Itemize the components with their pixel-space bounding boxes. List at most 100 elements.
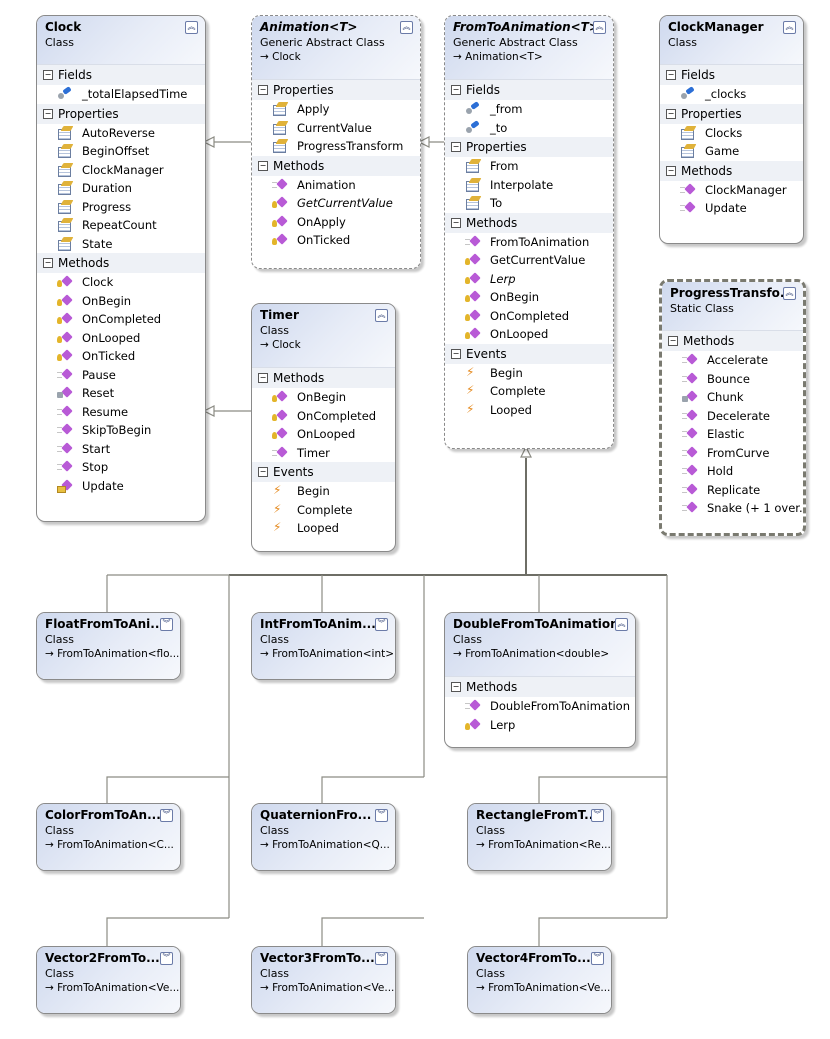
member-item[interactable]: OnTicked <box>252 231 420 250</box>
section-collapse-icon[interactable]: − <box>451 85 461 95</box>
member-item[interactable]: OnBegin <box>252 388 395 407</box>
section-properties[interactable]: − Properties <box>660 103 803 124</box>
section-collapse-icon[interactable]: − <box>451 348 461 359</box>
section-methods[interactable]: − Methods <box>37 253 205 273</box>
member-item[interactable]: Apply <box>252 100 420 119</box>
collapse-icon[interactable]: ︽ <box>375 309 388 322</box>
member-item[interactable]: GetCurrentValue <box>445 251 613 270</box>
section-methods[interactable]: − Methods <box>660 160 803 181</box>
member-item[interactable]: OnBegin <box>445 288 613 307</box>
class-colorfromtoanimation[interactable]: ColorFromToAn... Class → FromToAnimation… <box>36 803 181 871</box>
class-quaternionfromtoanimation[interactable]: QuaternionFro... Class → FromToAnimation… <box>251 803 396 871</box>
member-item[interactable]: Chunk <box>662 388 803 407</box>
member-item[interactable]: OnLooped <box>445 325 613 344</box>
member-item[interactable]: ProgressTransform <box>252 137 420 156</box>
member-item[interactable]: Bounce <box>662 370 803 389</box>
member-item[interactable]: _totalElapsedTime <box>37 85 205 104</box>
class-clock[interactable]: Clock Class ︽ − Fields _totalElapsedTime … <box>36 15 206 522</box>
member-item[interactable]: _from <box>445 100 613 119</box>
member-item[interactable]: Update <box>660 199 803 218</box>
member-item[interactable]: Begin <box>445 364 613 383</box>
section-methods[interactable]: − Methods <box>662 331 803 351</box>
section-methods[interactable]: − Methods <box>252 155 420 176</box>
section-collapse-icon[interactable]: − <box>43 258 53 268</box>
section-methods[interactable]: − Methods <box>445 212 613 233</box>
section-collapse-icon[interactable]: − <box>258 85 268 95</box>
member-item[interactable]: OnLooped <box>37 329 205 348</box>
member-item[interactable]: From <box>445 157 613 176</box>
expand-icon[interactable]: ︾ <box>160 952 173 965</box>
member-item[interactable]: Lerp <box>445 716 635 735</box>
member-item[interactable]: BeginOffset <box>37 142 205 161</box>
member-item[interactable]: _to <box>445 119 613 138</box>
expand-icon[interactable]: ︾ <box>375 618 388 631</box>
section-events[interactable]: − Events <box>252 462 395 482</box>
member-item[interactable]: Complete <box>252 501 395 520</box>
member-item[interactable]: Complete <box>445 382 613 401</box>
class-progresstransform[interactable]: ProgressTransfo... Static Class ︽ − Metho… <box>659 279 806 536</box>
section-collapse-icon[interactable]: − <box>258 373 268 383</box>
section-fields[interactable]: − Fields <box>445 80 613 100</box>
class-clockmanager[interactable]: ClockManager Class ︽ − Fields _clocks − Pr… <box>659 15 804 244</box>
member-item[interactable]: Resume <box>37 403 205 422</box>
section-collapse-icon[interactable]: − <box>451 217 461 228</box>
expand-icon[interactable]: ︾ <box>375 952 388 965</box>
member-item[interactable]: ClockManager <box>660 181 803 200</box>
member-item[interactable]: AutoReverse <box>37 124 205 143</box>
collapse-icon[interactable]: ︽ <box>783 21 796 34</box>
section-collapse-icon[interactable]: − <box>43 70 53 80</box>
member-item[interactable]: Clocks <box>660 124 803 143</box>
expand-icon[interactable]: ︾ <box>591 952 604 965</box>
member-item[interactable]: OnBegin <box>37 292 205 311</box>
expand-icon[interactable]: ︾ <box>591 809 604 822</box>
member-item[interactable]: Begin <box>252 482 395 501</box>
section-collapse-icon[interactable]: − <box>451 142 461 152</box>
collapse-icon[interactable]: ︽ <box>615 618 628 631</box>
member-item[interactable]: OnTicked <box>37 347 205 366</box>
member-item[interactable]: OnCompleted <box>445 307 613 326</box>
member-item[interactable]: Start <box>37 440 205 459</box>
member-item[interactable]: OnLooped <box>252 425 395 444</box>
collapse-icon[interactable]: ︽ <box>400 21 413 34</box>
class-vector4fromtoanimation[interactable]: Vector4FromTo... Class → FromToAnimation… <box>467 946 612 1014</box>
member-item[interactable]: State <box>37 235 205 254</box>
section-methods[interactable]: − Methods <box>445 677 635 697</box>
member-item[interactable]: Replicate <box>662 481 803 500</box>
member-item[interactable]: Looped <box>445 401 613 420</box>
section-properties[interactable]: − Properties <box>252 80 420 100</box>
member-item[interactable]: CurrentValue <box>252 119 420 138</box>
section-collapse-icon[interactable]: − <box>258 160 268 171</box>
member-item[interactable]: Snake (+ 1 over... <box>662 499 803 518</box>
member-item[interactable]: Elastic <box>662 425 803 444</box>
member-item[interactable]: Decelerate <box>662 407 803 426</box>
section-collapse-icon[interactable]: − <box>666 70 676 80</box>
member-item[interactable]: Reset <box>37 384 205 403</box>
section-properties[interactable]: − Properties <box>37 103 205 124</box>
class-animation[interactable]: Animation<T> Generic Abstract Class → Cl… <box>251 15 421 269</box>
class-floatfromtoanimation[interactable]: FloatFromToAni... Class → FromToAnimatio… <box>36 612 181 680</box>
section-properties[interactable]: − Properties <box>445 137 613 157</box>
section-collapse-icon[interactable]: − <box>668 336 678 346</box>
member-item[interactable]: Stop <box>37 458 205 477</box>
section-events[interactable]: − Events <box>445 343 613 364</box>
member-item[interactable]: Progress <box>37 198 205 217</box>
collapse-icon[interactable]: ︽ <box>593 21 606 34</box>
class-rectanglefromtoanimation[interactable]: RectangleFromT... Class → FromToAnimatio… <box>467 803 612 871</box>
member-item[interactable]: Lerp <box>445 270 613 289</box>
member-item[interactable]: Looped <box>252 519 395 538</box>
expand-icon[interactable]: ︾ <box>160 618 173 631</box>
member-item[interactable]: ClockManager <box>37 161 205 180</box>
class-vector2fromtoanimation[interactable]: Vector2FromTo... Class → FromToAnimation… <box>36 946 181 1014</box>
expand-icon[interactable]: ︾ <box>160 809 173 822</box>
collapse-icon[interactable]: ︽ <box>185 21 198 34</box>
collapse-icon[interactable]: ︽ <box>783 287 796 300</box>
member-item[interactable]: Timer <box>252 444 395 463</box>
member-item[interactable]: Duration <box>37 179 205 198</box>
member-item[interactable]: Animation <box>252 176 420 195</box>
class-doublefromtoanimation[interactable]: DoubleFromToAnimation Class → FromToAnim… <box>444 612 636 748</box>
member-item[interactable]: DoubleFromToAnimation <box>445 697 635 716</box>
member-item[interactable]: _clocks <box>660 85 803 104</box>
class-fromtoanimation[interactable]: FromToAnimation<T> Generic Abstract Clas… <box>444 15 614 449</box>
member-item[interactable]: OnCompleted <box>252 407 395 426</box>
member-item[interactable]: Hold <box>662 462 803 481</box>
